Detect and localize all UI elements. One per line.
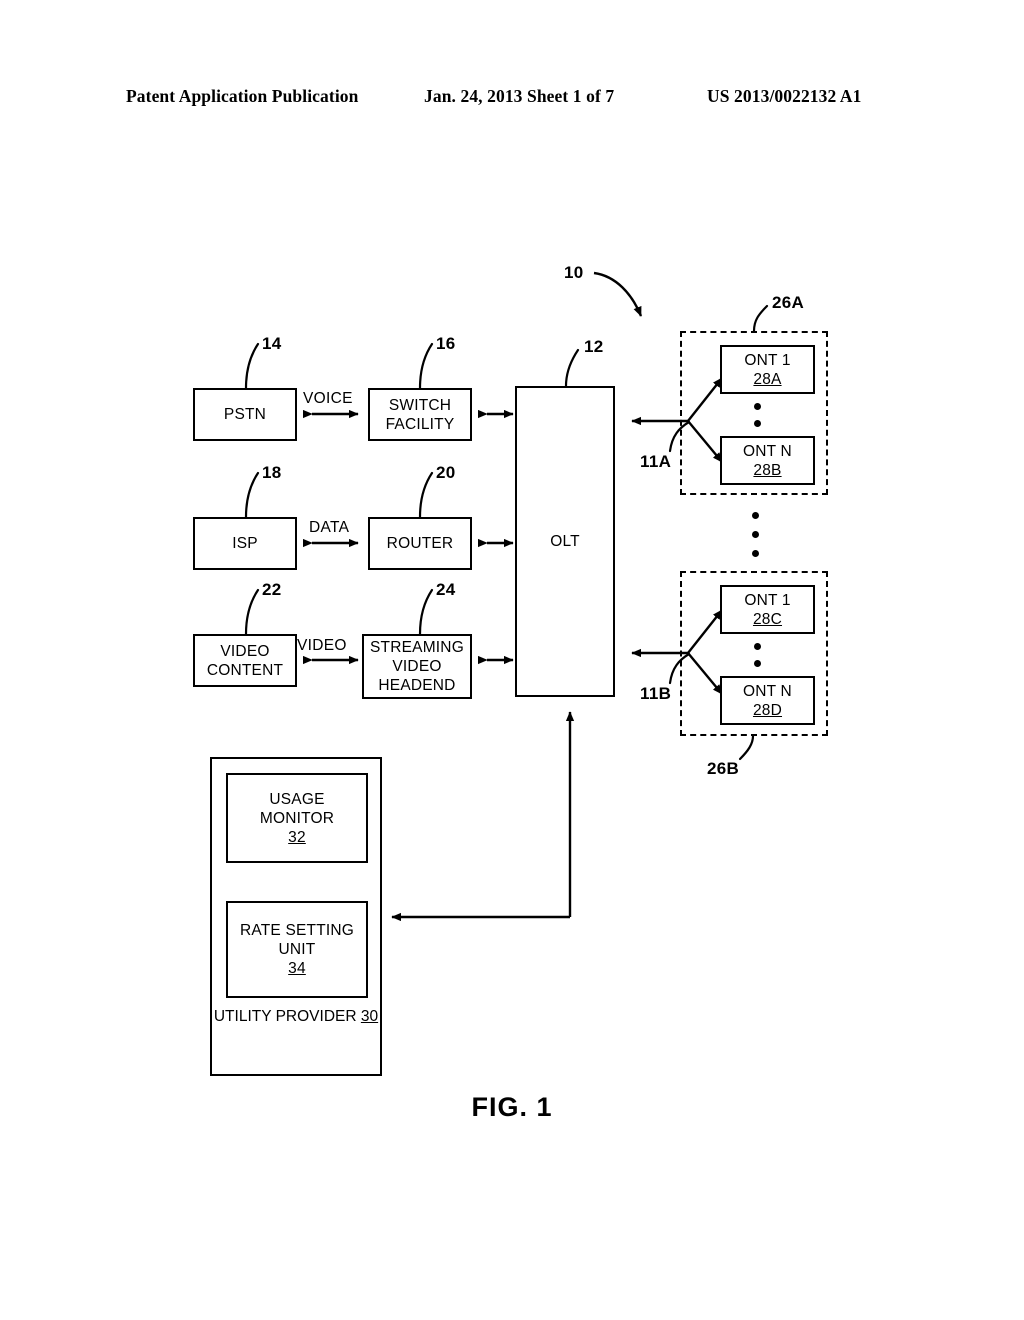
link-label-data: DATA	[309, 519, 350, 536]
ref-label-24: 24	[436, 580, 456, 599]
node-utility-provider-line2: PROVIDER	[275, 1008, 357, 1025]
node-usage-monitor-ref: 32	[288, 828, 306, 846]
node-ont-nb[interactable]: ONT N 28D	[720, 676, 815, 725]
ref-label-26B: 26B	[707, 759, 740, 778]
link-label-video: VIDEO	[297, 637, 347, 654]
node-streaming-video-headend[interactable]: STREAMING VIDEO HEADEND	[362, 634, 472, 699]
node-ont-1a-label: ONT 1	[744, 351, 791, 369]
node-headend-line2: VIDEO	[392, 658, 442, 675]
node-headend-line1: STREAMING	[370, 639, 464, 656]
node-switch-facility-line1: SWITCH	[388, 396, 452, 414]
figure-1-diagram: 14 16 12 18 20 22 24 10 26A 26B 11A 11B …	[0, 0, 1024, 1320]
ref-label-22: 22	[262, 580, 282, 599]
ellipsis-dot-b1	[754, 643, 761, 650]
leader-22	[244, 588, 260, 636]
leader-16	[418, 342, 434, 390]
node-rate-setting-unit-line2: UNIT	[278, 941, 316, 958]
ellipsis-dot-a2	[754, 420, 761, 427]
node-router[interactable]: ROUTER	[368, 517, 472, 570]
leader-14	[244, 342, 260, 390]
link-label-voice: VOICE	[303, 390, 353, 407]
node-usage-monitor-line2: MONITOR	[259, 809, 335, 827]
ellipsis-dot-b2	[754, 660, 761, 667]
ref-label-26A: 26A	[772, 293, 805, 312]
node-rate-setting-unit[interactable]: RATE SETTING UNIT 34	[226, 901, 368, 998]
node-utility-provider-line1: UTILITY	[213, 1008, 272, 1025]
node-headend-line3: HEADEND	[378, 677, 456, 694]
node-switch-facility-line2: FACILITY	[385, 415, 455, 433]
ellipsis-dot-mid3	[752, 550, 759, 557]
ref-label-14: 14	[262, 334, 282, 353]
node-ont-1b[interactable]: ONT 1 28C	[720, 585, 815, 634]
node-video-content[interactable]: VIDEO CONTENT	[193, 634, 297, 687]
node-ont-1a-ref: 28A	[753, 370, 782, 388]
ref-label-11A: 11A	[640, 452, 672, 471]
node-utility-provider-ref: 30	[360, 1008, 379, 1025]
node-pstn-label: PSTN	[223, 406, 267, 423]
node-ont-na[interactable]: ONT N 28B	[720, 436, 815, 485]
ellipsis-dot-mid2	[752, 531, 759, 538]
ref-label-20: 20	[436, 463, 456, 482]
ref-label-18: 18	[262, 463, 282, 482]
node-video-content-line1: VIDEO	[220, 642, 270, 660]
figure-caption: FIG. 1	[471, 1092, 553, 1122]
node-switch-facility[interactable]: SWITCH FACILITY	[368, 388, 472, 441]
leader-26A	[752, 304, 769, 333]
node-usage-monitor-line1: USAGE	[269, 790, 325, 808]
node-ont-1b-label: ONT 1	[744, 591, 791, 609]
ref-label-16: 16	[436, 334, 456, 353]
ref-label-10: 10	[564, 263, 584, 282]
ellipsis-dot-mid1	[752, 512, 759, 519]
node-usage-monitor[interactable]: USAGE MONITOR 32	[226, 773, 368, 863]
node-olt[interactable]: OLT	[515, 386, 615, 697]
node-utility-provider[interactable]: USAGE MONITOR 32 RATE SETTING UNIT 34 UT…	[210, 757, 382, 1076]
node-ont-1b-ref: 28C	[752, 610, 783, 628]
node-ont-nb-label: ONT N	[743, 682, 792, 700]
leader-20	[418, 471, 434, 519]
ref-label-12: 12	[584, 337, 604, 356]
node-rate-setting-unit-ref: 34	[288, 960, 306, 977]
node-ont-na-ref: 28B	[753, 461, 782, 479]
leader-12	[564, 348, 580, 388]
node-isp[interactable]: ISP	[193, 517, 297, 570]
node-router-label: ROUTER	[386, 535, 454, 552]
leader-18	[244, 471, 260, 519]
node-ont-nb-ref: 28D	[752, 701, 783, 719]
node-pstn[interactable]: PSTN	[193, 388, 297, 441]
node-ont-na-label: ONT N	[743, 442, 792, 460]
node-ont-1a[interactable]: ONT 1 28A	[720, 345, 815, 394]
node-isp-label: ISP	[232, 535, 258, 552]
node-utility-provider-caption: UTILITY PROVIDER 30	[212, 1007, 380, 1027]
node-video-content-line2: CONTENT	[206, 661, 284, 679]
leader-24	[418, 588, 434, 636]
node-olt-label: OLT	[550, 533, 580, 550]
node-rate-setting-unit-line1: RATE SETTING	[239, 922, 355, 939]
leader-10-arrow	[593, 271, 643, 317]
ref-label-11B: 11B	[640, 684, 672, 703]
ellipsis-dot-a1	[754, 403, 761, 410]
leader-26B	[738, 734, 755, 761]
